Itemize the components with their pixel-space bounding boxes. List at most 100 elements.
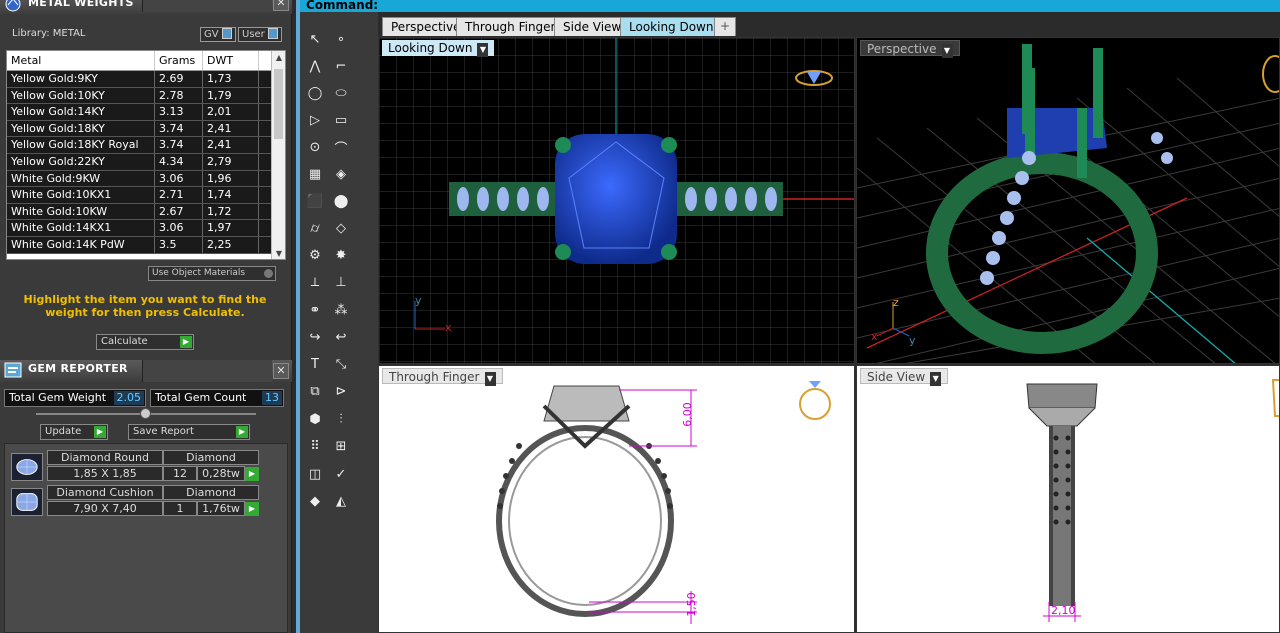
triangle-icon[interactable]: ▷	[304, 109, 326, 131]
tab-through-finger[interactable]: Through Finger	[456, 17, 565, 36]
viewport-looking-down[interactable]: y x Looking Down ▼	[378, 37, 855, 364]
table-row[interactable]: White Gold:10KX1 2.71 1,74	[7, 187, 285, 204]
chevron-down-icon[interactable]: ▼	[484, 372, 496, 386]
gear-icon[interactable]: ⚙	[304, 244, 326, 266]
viewport-through-finger[interactable]: 6,00 1,50 Through Finger ▼	[378, 365, 855, 633]
table-row[interactable]: Yellow Gold:9KY 2.69 1,73	[7, 71, 285, 88]
user-toggle[interactable]: User	[238, 27, 282, 42]
table-scrollbar[interactable]: ▲ ▼	[271, 51, 285, 259]
ring-thumbnail-icon	[1271, 379, 1279, 417]
dwt-cell: 1,97	[203, 220, 259, 236]
add-tab-icon[interactable]: +	[714, 17, 737, 36]
metal-name-cell: Yellow Gold:10KY	[7, 87, 155, 104]
viewport-perspective[interactable]: z x y Perspective ▼	[856, 37, 1280, 364]
viewport-label-perspective[interactable]: Perspective ▼	[860, 40, 960, 58]
gem-tool-icon[interactable]: ◆	[304, 490, 326, 512]
chevron-down-icon[interactable]: ▼	[941, 44, 953, 58]
metal-name-cell: Yellow Gold:9KY	[7, 71, 155, 87]
spheres-icon[interactable]: ⬤	[330, 190, 352, 212]
bezel-icon[interactable]: ⊞	[330, 435, 352, 457]
table-row[interactable]: White Gold:14KX1 3.06 1,97	[7, 220, 285, 237]
fillet-icon[interactable]: ↪	[304, 326, 326, 348]
update-button[interactable]: Update ▶	[40, 424, 108, 440]
viewport-label-looking-down[interactable]: Looking Down ▼	[382, 40, 495, 57]
ring-thumbnail-icon	[1262, 55, 1279, 93]
shank-icon[interactable]: ◫	[304, 463, 326, 485]
plane-icon[interactable]: ◇	[330, 217, 352, 239]
text-tool-icon[interactable]: T	[304, 353, 326, 375]
ellipse-icon[interactable]: ⬭	[330, 82, 352, 104]
material-icon[interactable]: ◭	[330, 490, 352, 512]
play-icon[interactable]: ▶	[245, 502, 259, 516]
slider-knob[interactable]	[140, 408, 151, 419]
gv-toggle[interactable]: GV	[200, 27, 236, 42]
grams-cell: 3.13	[155, 104, 203, 120]
viewport-label-through-finger[interactable]: Through Finger ▼	[382, 368, 503, 386]
gem-list: Diamond Round Diamond 1,85 X 1,85 12 0,2…	[4, 443, 288, 633]
close-icon[interactable]: ✕	[273, 363, 289, 379]
calculate-button[interactable]: Calculate ▶	[96, 334, 194, 350]
chevron-down-icon[interactable]: ▼	[477, 43, 489, 57]
boolean-icon[interactable]: ⚭	[304, 299, 326, 321]
group-icon[interactable]: ⧉	[304, 380, 326, 402]
table-row[interactable]: White Gold:10KW 2.67 1,72	[7, 203, 285, 221]
save-report-button[interactable]: Save Report ▶	[128, 424, 250, 440]
column-header-dwt[interactable]: DWT	[203, 51, 259, 70]
transform-icon[interactable]: ⟂	[304, 271, 326, 293]
table-row[interactable]: White Gold:14K PdW 3.5 2,25	[7, 236, 285, 254]
tab-looking-down[interactable]: Looking Down	[620, 17, 723, 36]
box-solid-icon[interactable]: ⬛	[304, 190, 326, 212]
scrollbar-thumb[interactable]	[274, 69, 283, 139]
gem-row-cushion[interactable]: Diamond Cushion Diamond 7,90 X 7,40 1 1,…	[11, 485, 267, 517]
gem-count: 12	[163, 466, 197, 481]
array-icon[interactable]: ⁂	[330, 299, 352, 321]
table-row[interactable]: Yellow Gold:14KY 3.13 2,01	[7, 104, 285, 121]
arc-icon[interactable]: ⌒	[330, 136, 352, 158]
gem-reporter-header: GEM REPORTER ✕	[0, 360, 292, 382]
explode-icon[interactable]: ✸	[330, 244, 352, 266]
play-icon[interactable]: ▶	[245, 467, 259, 481]
tab-side-view[interactable]: Side View	[554, 17, 631, 36]
column-header-grams[interactable]: Grams	[155, 51, 203, 70]
chevron-down-icon[interactable]: ▼	[930, 372, 942, 386]
scroll-up-icon[interactable]: ▲	[272, 51, 285, 65]
arc-circle-icon[interactable]: ⊙	[304, 136, 326, 158]
pave-grid-icon[interactable]: ⠿	[304, 435, 326, 457]
loft-icon[interactable]: ◈	[330, 163, 352, 185]
polyline-icon[interactable]: ⋀	[304, 55, 326, 77]
scroll-down-icon[interactable]: ▼	[272, 247, 285, 259]
table-row[interactable]: Yellow Gold:22KY 4.34 2,79	[7, 153, 285, 171]
prongs-icon[interactable]: ⫶	[330, 408, 352, 430]
check-icon[interactable]: ✓	[330, 463, 352, 485]
table-row[interactable]: Yellow Gold:10KY 2.78 1,79	[7, 87, 285, 105]
axis-z-label: z	[893, 296, 899, 309]
curve-points-icon[interactable]: ⌐	[330, 55, 352, 77]
command-bar[interactable]: Command:	[300, 0, 1280, 12]
total-gem-weight-value: 2.05	[113, 391, 144, 405]
viewport-label-side-view[interactable]: Side View ▼	[860, 368, 949, 386]
measure-icon[interactable]: ⊳	[330, 380, 352, 402]
render-cube-icon[interactable]: ⬢	[304, 408, 326, 430]
table-row[interactable]: Yellow Gold:18KY 3.74 2,41	[7, 120, 285, 138]
gem-row-round[interactable]: Diamond Round Diamond 1,85 X 1,85 12 0,2…	[11, 450, 267, 482]
dimension-icon[interactable]: ⤡	[330, 353, 352, 375]
gem-slider[interactable]	[36, 408, 256, 419]
use-object-materials-toggle[interactable]: Use Object Materials	[148, 266, 276, 281]
grams-cell: 2.78	[155, 87, 203, 104]
select-arrow-icon[interactable]: ↖	[304, 28, 326, 50]
metal-name-cell: White Gold:9KW	[7, 170, 155, 187]
column-header-metal[interactable]: Metal	[7, 51, 155, 70]
viewport-side-view[interactable]: 2,10 Side View ▼	[856, 365, 1280, 633]
point-icon[interactable]: ∘	[330, 28, 352, 50]
table-row[interactable]: Yellow Gold:18KY Royal 3.74 2,41	[7, 137, 285, 154]
rectangle-icon[interactable]: ▭	[330, 109, 352, 131]
align-icon[interactable]: ⊥	[330, 271, 352, 293]
cylinder-icon[interactable]: ⌭	[304, 217, 326, 239]
chamfer-icon[interactable]: ↩	[330, 326, 352, 348]
metal-table[interactable]: Metal Grams DWT Yellow Gold:9KY 2.69 1,73 Y…	[6, 50, 286, 260]
circle-icon[interactable]: ◯	[304, 82, 326, 104]
close-icon[interactable]: ✕	[273, 0, 289, 11]
surface-grid-icon[interactable]: ▦	[304, 163, 326, 185]
table-row[interactable]: White Gold:9KW 3.06 1,96	[7, 170, 285, 188]
dwt-cell: 1,74	[203, 187, 259, 203]
